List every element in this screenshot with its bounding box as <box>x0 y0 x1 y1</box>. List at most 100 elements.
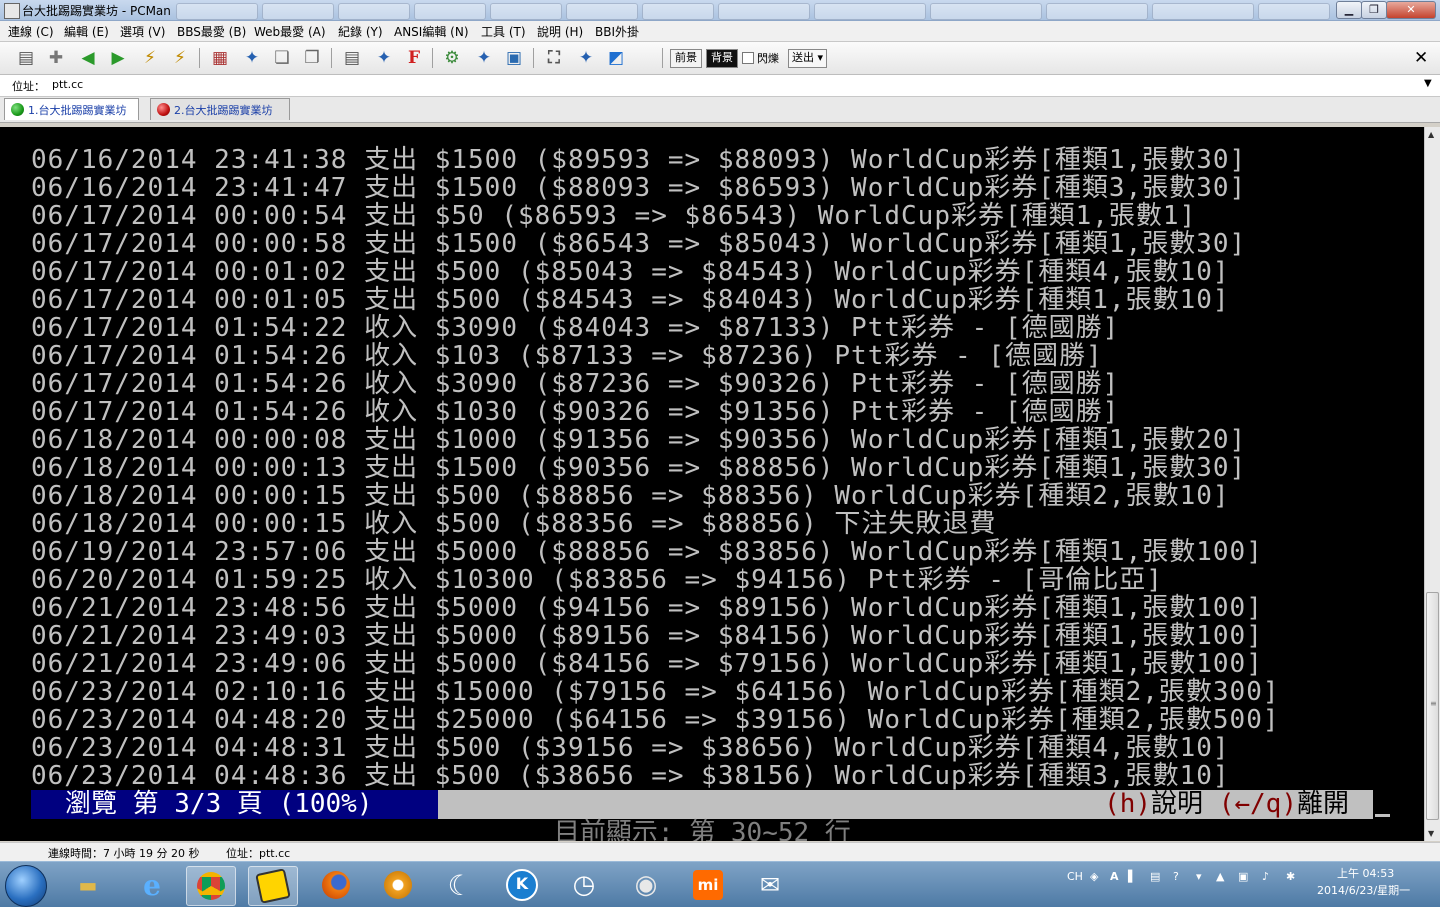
blink-checkbox[interactable] <box>742 52 754 64</box>
app-icon <box>4 3 20 19</box>
background-color-button[interactable]: 背景 <box>706 49 738 68</box>
start-button[interactable] <box>5 865 47 907</box>
terminal-scrollbar[interactable]: ▲ ≡ ▼ <box>1424 127 1440 841</box>
close-window-button[interactable]: ✕ <box>1386 1 1436 19</box>
connected-status-icon <box>11 103 24 116</box>
disconnect-icon[interactable]: ⚡ <box>168 46 192 70</box>
background-window-tab[interactable] <box>1046 3 1148 20</box>
background-window-tab[interactable] <box>718 3 810 20</box>
tab-connection-2[interactable]: 2.台大批踢踢實業坊 <box>150 98 290 120</box>
minimize-button[interactable]: ▁ <box>1336 1 1362 19</box>
firefox-icon[interactable] <box>312 866 360 904</box>
chrome-icon[interactable] <box>186 866 236 906</box>
menu-help[interactable]: 說明 (H) <box>537 23 583 40</box>
show-hidden-icons[interactable]: ▲ <box>1216 870 1224 883</box>
scroll-down-icon[interactable]: ▼ <box>1428 829 1434 838</box>
kkbox-icon[interactable] <box>374 866 422 904</box>
copy-article-icon[interactable]: ▦ <box>208 46 232 70</box>
pin-icon[interactable]: ✦ <box>372 46 396 70</box>
clock-date[interactable]: 2014/6/23/星期一 <box>1317 882 1410 898</box>
chevron-down-icon[interactable]: ▼ <box>1424 78 1432 89</box>
background-window-tab[interactable] <box>490 3 562 20</box>
scroll-thumb[interactable]: ≡ <box>1426 592 1439 820</box>
site-list-icon[interactable]: ▤ <box>14 46 38 70</box>
security-icon[interactable]: ✱ <box>1286 870 1295 883</box>
menu-options[interactable]: 選項 (V) <box>120 23 165 40</box>
transaction-line: 06/17/2014 01:54:26 收入 $3090 ($87236 => … <box>31 369 1120 399</box>
help-icon[interactable]: ? <box>1173 870 1179 883</box>
internet-explorer-icon[interactable]: e <box>128 866 176 904</box>
mi-icon[interactable]: mi <box>684 866 732 904</box>
pin-icon[interactable]: ✦ <box>240 46 264 70</box>
line-range-indicator: 目前顯示: 第 30~52 行 (h)說明 (←/q)離開 <box>438 790 1373 841</box>
ime-icon[interactable]: ◈ <box>1090 870 1098 883</box>
ime-options-icon[interactable]: ▾ <box>1196 870 1202 883</box>
background-window-tab[interactable] <box>642 3 714 20</box>
menu-bbi-plugin[interactable]: BBI外掛 <box>595 23 639 40</box>
help-hint: (h)說明 (←/q)離開 <box>1104 790 1349 819</box>
maximize-button[interactable]: ❐ <box>1361 1 1387 19</box>
close-panel-icon[interactable]: ✕ <box>1414 48 1428 68</box>
ime-settings-icon[interactable]: ▤ <box>1150 870 1160 883</box>
background-window-tab[interactable] <box>414 3 486 20</box>
network-icon[interactable]: ▣ <box>1238 870 1248 883</box>
transaction-line: 06/18/2014 00:00:08 支出 $1000 ($91356 => … <box>31 425 1247 455</box>
file-explorer-icon[interactable]: ▬ <box>64 866 112 904</box>
address-label: 位址： <box>12 80 45 93</box>
back-arrow-icon[interactable]: ◀ <box>76 46 100 70</box>
background-window-tab[interactable] <box>1152 3 1254 20</box>
app-c-icon[interactable]: ☾ <box>436 866 484 904</box>
menu-tools[interactable]: 工具 (T) <box>481 23 526 40</box>
background-window-tab[interactable] <box>262 3 334 20</box>
menu-connection[interactable]: 連線 (C) <box>8 23 54 40</box>
menu-bbs-favorites[interactable]: BBS最愛 (B) <box>177 23 246 40</box>
background-window-tab[interactable] <box>930 3 1042 20</box>
transaction-line: 06/19/2014 23:57:06 支出 $5000 ($88856 => … <box>31 537 1263 567</box>
pcman-logo-icon[interactable]: ◩ <box>604 46 628 70</box>
transaction-line: 06/17/2014 01:54:26 收入 $1030 ($90326 => … <box>31 397 1120 427</box>
background-window-tab[interactable] <box>1258 3 1330 20</box>
bbs-terminal[interactable]: 06/16/2014 23:41:38 支出 $1500 ($89593 => … <box>0 127 1424 841</box>
ime-mode-icon[interactable]: A <box>1110 870 1119 883</box>
menu-log[interactable]: 紀錄 (Y) <box>338 23 383 40</box>
settings-gear-icon[interactable]: ⚙ <box>440 46 464 70</box>
half-width-icon[interactable]: ▌ <box>1128 870 1136 883</box>
font-icon[interactable]: F <box>402 46 426 70</box>
background-window-tab[interactable] <box>566 3 638 20</box>
paste-icon[interactable]: ❐ <box>300 46 324 70</box>
copy-icon[interactable]: ❏ <box>270 46 294 70</box>
clock-time[interactable]: 上午 04:53 <box>1337 865 1394 881</box>
tab-connection-1[interactable]: 1.台大批踢踢實業坊 <box>4 98 139 120</box>
scroll-up-icon[interactable]: ▲ <box>1428 130 1434 139</box>
notes-icon[interactable]: ▤ <box>340 46 364 70</box>
disc-app-icon[interactable]: ◉ <box>622 866 670 904</box>
new-connection-icon[interactable]: ✚ <box>44 46 68 70</box>
reconnect-icon[interactable]: ⚡ <box>138 46 162 70</box>
app-k-icon[interactable]: K <box>498 866 546 904</box>
menu-edit[interactable]: 編輯 (E) <box>64 23 109 40</box>
clock-app-icon[interactable]: ◷ <box>560 866 608 904</box>
tab-bar: 1.台大批踢踢實業坊 2.台大批踢踢實業坊 <box>0 97 1440 123</box>
background-window-tab[interactable] <box>338 3 410 20</box>
transaction-line: 06/18/2014 00:00:15 收入 $500 ($88356 => $… <box>31 509 997 539</box>
menu-ansi-edit[interactable]: ANSI編輯 (N) <box>394 23 469 40</box>
pcman-icon[interactable] <box>248 866 298 906</box>
send-dropdown[interactable]: 送出 ▾ <box>788 49 828 68</box>
messenger-icon[interactable]: ✉ <box>746 866 794 904</box>
transaction-line: 06/17/2014 01:54:26 收入 $103 ($87133 => $… <box>31 341 1103 371</box>
background-window-tab[interactable] <box>814 3 926 20</box>
foreground-color-button[interactable]: 前景 <box>670 49 702 68</box>
forward-arrow-icon[interactable]: ▶ <box>106 46 130 70</box>
toolbar-separator <box>432 48 433 68</box>
volume-icon[interactable]: ♪ <box>1262 870 1269 883</box>
pin-icon[interactable]: ✦ <box>472 46 496 70</box>
window-icon[interactable]: ▣ <box>502 46 526 70</box>
transaction-line: 06/21/2014 23:49:06 支出 $5000 ($84156 => … <box>31 649 1263 679</box>
fullscreen-icon[interactable]: ⛶ <box>542 46 566 70</box>
input-language[interactable]: CH <box>1067 870 1083 883</box>
background-window-tab[interactable] <box>176 3 258 20</box>
toolbar-separator <box>533 48 534 68</box>
address-input[interactable] <box>52 76 1412 93</box>
pin-icon[interactable]: ✦ <box>574 46 598 70</box>
menu-web-favorites[interactable]: Web最愛 (A) <box>254 23 326 40</box>
